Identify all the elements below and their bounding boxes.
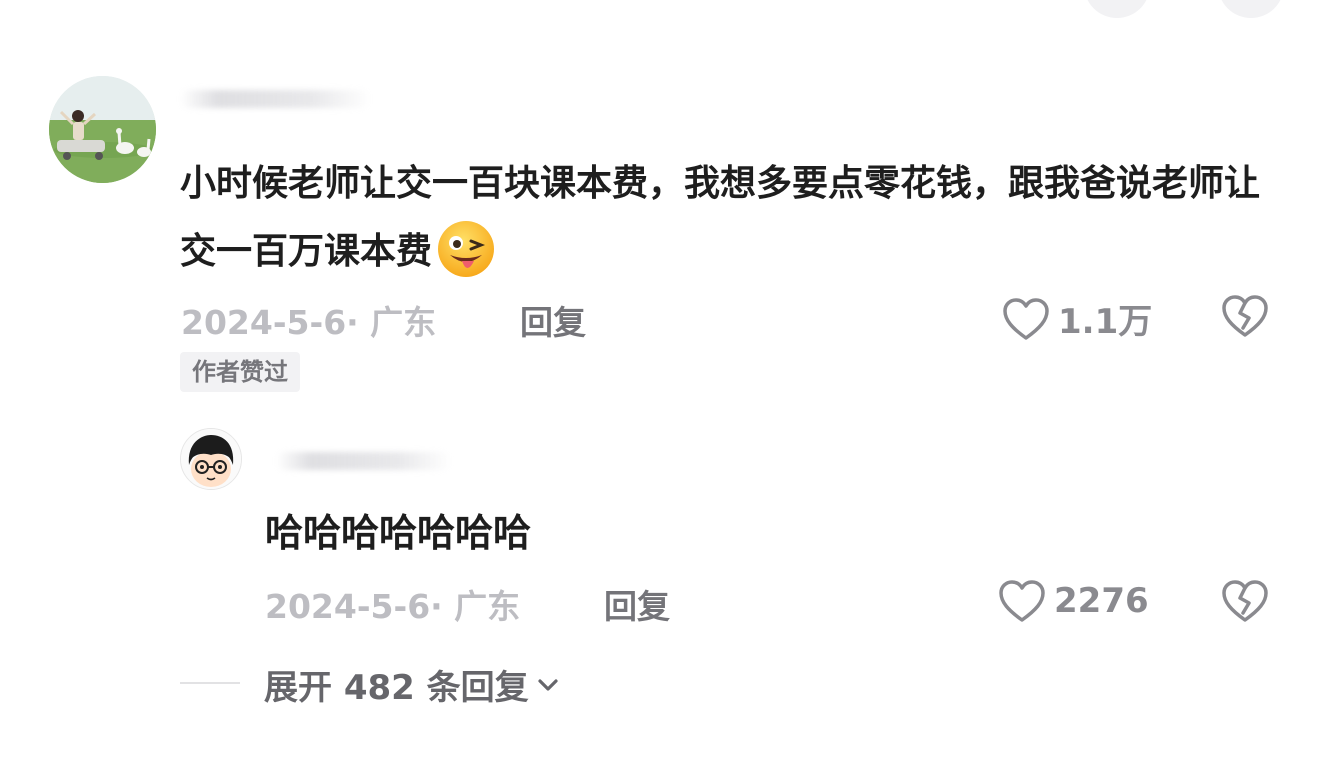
chevron-down-icon: [538, 678, 558, 691]
broken-heart-icon: [1222, 580, 1268, 622]
reply-button[interactable]: 回复: [520, 296, 586, 344]
reply-avatar[interactable]: [180, 428, 242, 490]
heart-outline-icon: [1003, 297, 1049, 340]
expand-divider: [180, 682, 240, 684]
like-count: 1.1万: [1058, 302, 1153, 342]
dislike-button[interactable]: [1221, 294, 1269, 342]
reply-body: 哈哈哈哈哈哈哈: [265, 511, 532, 555]
like-button[interactable]: 1.1万: [1002, 294, 1152, 343]
comment-date-location: 2024-5-6· 广东: [181, 303, 437, 342]
author-liked-badge: 作者赞过: [180, 352, 300, 392]
reply-date-location: 2024-5-6· 广东: [265, 587, 521, 626]
comment-section: 小时候老师让交一百块课本费，我想多要点零花钱，跟我爸说老师让交一百万课本费 20…: [0, 0, 1320, 780]
reply-username-blurred[interactable]: [276, 452, 451, 470]
expand-replies-button[interactable]: 展开 482 条回复: [264, 660, 561, 709]
heart-outline-icon: [999, 580, 1045, 622]
like-count: 2276: [1054, 581, 1149, 621]
top-action-button-left[interactable]: [1084, 0, 1150, 18]
reply-like-button[interactable]: 2276: [998, 579, 1149, 623]
broken-heart-icon: [1222, 295, 1268, 337]
comment-body: 小时候老师让交一百块课本费，我想多要点零花钱，跟我爸说老师让交一百万课本费: [180, 150, 1260, 286]
username-blurred[interactable]: [180, 90, 370, 108]
avatar-image: [181, 429, 241, 489]
winking-tongue-emoji-icon: [436, 219, 496, 279]
expand-replies-label: 展开 482 条回复: [264, 668, 529, 708]
avatar[interactable]: [49, 76, 156, 183]
top-action-button-right[interactable]: [1218, 0, 1284, 18]
reply-reply-button[interactable]: 回复: [604, 580, 670, 628]
reply-dislike-button[interactable]: [1221, 579, 1269, 627]
comment-text: 小时候老师让交一百块课本费，我想多要点零花钱，跟我爸说老师让交一百万课本费: [180, 163, 1261, 272]
avatar-image: [49, 76, 156, 183]
